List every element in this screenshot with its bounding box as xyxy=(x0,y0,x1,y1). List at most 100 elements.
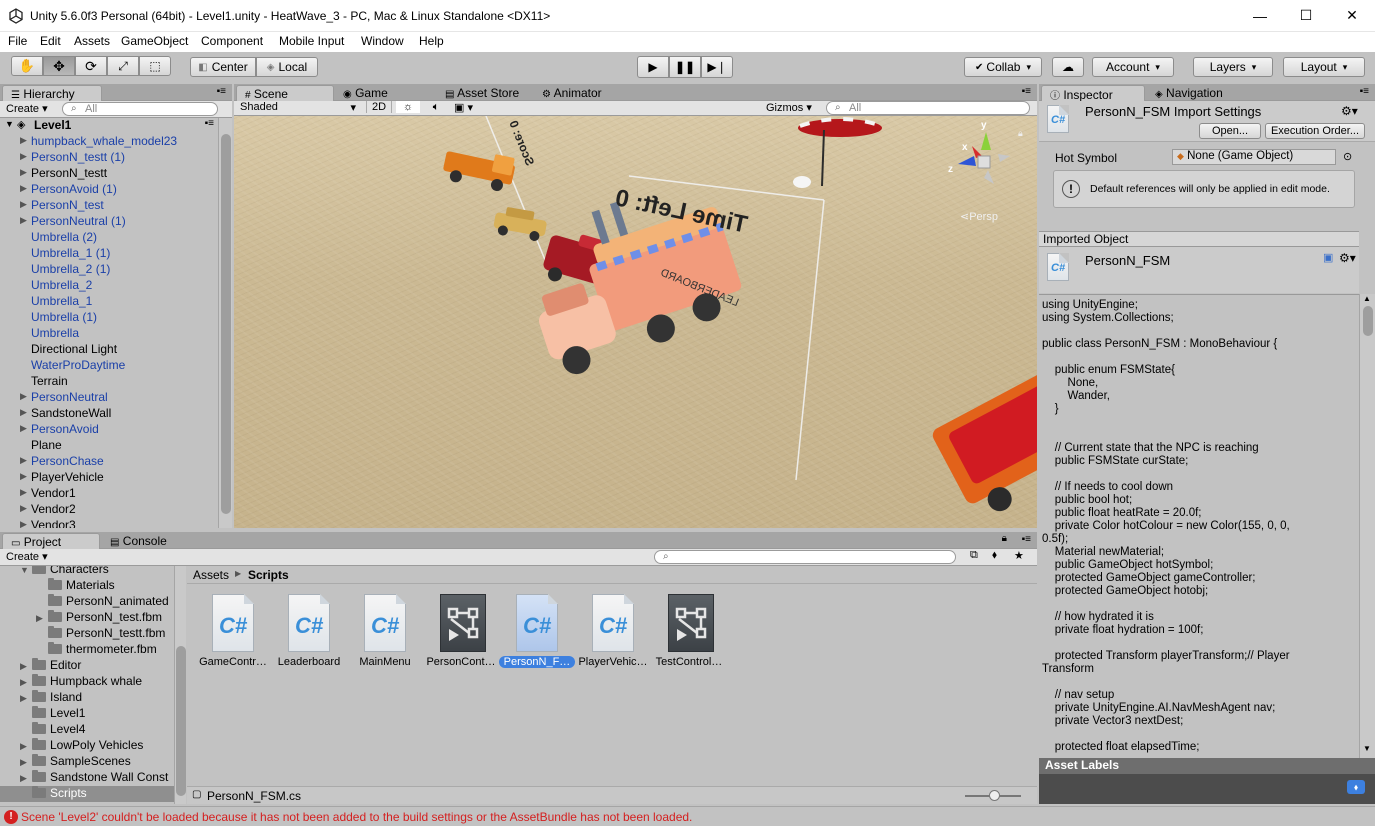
folder-tree-item[interactable]: ▶ Editor xyxy=(0,658,174,674)
expand-arrow-icon[interactable]: ▶ xyxy=(20,391,27,402)
projection-label[interactable]: ⋖Persp xyxy=(960,210,998,223)
folder-tree-item[interactable]: ▶ Sandstone Wall Const xyxy=(0,770,174,786)
folder-tree-item[interactable]: ▼ Characters xyxy=(0,566,174,578)
hierarchy-item[interactable]: Umbrella_1 xyxy=(0,294,218,310)
hierarchy-scroll-thumb[interactable] xyxy=(221,134,231,514)
execution-order-button[interactable]: Execution Order... xyxy=(1265,123,1365,139)
hierarchy-item[interactable]: ▶ PersonAvoid (1) xyxy=(0,182,218,198)
hierarchy-item[interactable]: ▶ PersonNeutral (1) xyxy=(0,214,218,230)
folder-tree-item[interactable]: PersonN_testt.fbm xyxy=(16,626,174,642)
layers-dropdown[interactable]: Layers xyxy=(1193,57,1273,77)
tab-hierarchy[interactable]: ☰ Hierarchy xyxy=(2,85,102,101)
maximize-button[interactable]: ☐ xyxy=(1283,0,1329,31)
expand-arrow-icon[interactable]: ▶ xyxy=(20,487,27,498)
settings-gear-icon[interactable]: ⚙▾ xyxy=(1341,104,1358,118)
step-button[interactable]: ▶❘ xyxy=(701,56,733,78)
hand-tool-button[interactable]: ✋ xyxy=(11,56,43,76)
close-button[interactable]: ✕ xyxy=(1329,0,1375,31)
status-bar[interactable]: ! Scene 'Level2' couldn't be loaded beca… xyxy=(0,806,1375,826)
expand-arrow-icon[interactable]: ▶ xyxy=(20,183,27,194)
scene-menu-icon[interactable]: ▪≡ xyxy=(205,118,214,129)
move-tool-button[interactable]: ✥ xyxy=(43,56,75,76)
hierarchy-item[interactable]: ▶ PersonN_testt xyxy=(0,166,218,182)
collab-dropdown[interactable]: ✔ Collab xyxy=(964,57,1042,77)
folder-tree-item[interactable]: ▶ Island xyxy=(0,690,174,706)
hierarchy-item[interactable]: Umbrella (1) xyxy=(0,310,218,326)
inspector-scrollbar[interactable]: ▲ ▼ xyxy=(1359,294,1375,758)
object-picker-icon[interactable]: ⊙ xyxy=(1343,150,1352,163)
expand-arrow-icon[interactable]: ▶ xyxy=(20,757,32,768)
expand-arrow-icon[interactable]: ▶ xyxy=(20,151,27,162)
scene-view[interactable]: Time Left: 0 Score: 0 LEADERBOARD y x z … xyxy=(234,116,1037,528)
gizmos-dropdown[interactable]: Gizmos ▾ xyxy=(766,101,812,114)
hierarchy-item[interactable]: ▶ PlayerVehicle xyxy=(0,470,218,486)
expand-arrow-icon[interactable]: ▶ xyxy=(20,693,32,704)
hierarchy-item[interactable]: Umbrella_2 (1) xyxy=(0,262,218,278)
scene-orientation-gizmo[interactable]: y x z xyxy=(948,120,1018,196)
expand-arrow-icon[interactable]: ▶ xyxy=(20,199,27,210)
expand-arrow-icon[interactable]: ▶ xyxy=(20,455,27,466)
expand-arrow-icon[interactable]: ▶ xyxy=(20,423,27,434)
hierarchy-item[interactable]: ▶ PersonAvoid xyxy=(0,422,218,438)
account-dropdown[interactable]: Account xyxy=(1092,57,1174,77)
folder-tree-item[interactable]: Level1 xyxy=(0,706,174,722)
hierarchy-item[interactable]: ▶ Vendor1 xyxy=(0,486,218,502)
menu-component[interactable]: Component xyxy=(201,34,263,48)
project-create-button[interactable]: Create ▾ xyxy=(6,550,48,563)
folder-tree-scrollbar[interactable] xyxy=(174,566,186,804)
hot-symbol-field[interactable]: ◆ None (Game Object) xyxy=(1172,149,1336,165)
scene-root-row[interactable]: ▼ ◈ Level1 ▪≡ xyxy=(0,118,218,134)
pause-button[interactable]: ❚❚ xyxy=(669,56,701,78)
tab-console[interactable]: ▤ Console xyxy=(102,533,198,549)
menu-edit[interactable]: Edit xyxy=(40,34,61,48)
folder-tree-item[interactable]: ▶ Humpback whale xyxy=(0,674,174,690)
asset-item[interactable]: PersonCont… xyxy=(423,594,499,668)
asset-item[interactable]: TestControl… xyxy=(651,594,727,668)
expand-arrow-icon[interactable]: ▶ xyxy=(20,407,27,418)
scroll-up-icon[interactable]: ▲ xyxy=(1363,294,1371,303)
expand-arrow-icon[interactable]: ▶ xyxy=(20,773,32,784)
panel-menu-icon[interactable]: ▪≡ xyxy=(217,86,226,97)
expand-arrow-icon[interactable]: ▶ xyxy=(20,661,32,672)
expand-arrow-icon[interactable]: ▶ xyxy=(20,741,32,752)
asset-item[interactable]: C# Leaderboard xyxy=(271,594,347,668)
inspector-scroll-thumb[interactable] xyxy=(1363,306,1373,336)
tab-game[interactable]: ◉ Game xyxy=(335,85,431,101)
expand-arrow-icon[interactable]: ▶ xyxy=(20,503,27,514)
hierarchy-item[interactable]: Plane xyxy=(0,438,218,454)
tab-project[interactable]: ▭ Project xyxy=(2,533,100,549)
asset-item[interactable]: C# PersonN_F… xyxy=(499,594,575,668)
help-book-icon[interactable]: ▣ xyxy=(1323,251,1333,264)
menu-gameobject[interactable]: GameObject xyxy=(121,34,188,48)
hierarchy-item[interactable]: ▶ PersonN_testt (1) xyxy=(0,150,218,166)
hierarchy-item[interactable]: ▶ PersonN_test xyxy=(0,198,218,214)
tab-animator[interactable]: ⚙ Animator xyxy=(534,85,630,101)
expand-arrow-icon[interactable]: ▶ xyxy=(20,167,27,178)
tab-navigation[interactable]: ◈ Navigation xyxy=(1147,85,1255,101)
expand-arrow-icon[interactable]: ▶ xyxy=(20,215,27,226)
hierarchy-item[interactable]: ▶ Vendor2 xyxy=(0,502,218,518)
hierarchy-item[interactable]: Umbrella xyxy=(0,326,218,342)
scene-effects-dropdown[interactable]: ▣ ▾ xyxy=(454,101,488,114)
hierarchy-item[interactable]: Umbrella_2 xyxy=(0,278,218,294)
folder-tree-item[interactable]: ▶ SampleScenes xyxy=(0,754,174,770)
scene-panel-menu-icon[interactable]: ▪≡ xyxy=(1022,86,1031,97)
hierarchy-create-button[interactable]: Create ▾ xyxy=(6,102,48,115)
folder-tree-item[interactable]: ▶ PersonN_test.fbm xyxy=(16,610,174,626)
icon-size-slider[interactable] xyxy=(965,790,1021,801)
tab-scene[interactable]: # Scene xyxy=(236,85,334,101)
hierarchy-item[interactable]: Umbrella (2) xyxy=(0,230,218,246)
scroll-down-icon[interactable]: ▼ xyxy=(1363,744,1371,753)
scene-search-input[interactable]: All xyxy=(826,101,1030,115)
scale-tool-button[interactable]: ⤢ xyxy=(107,56,139,76)
inspector-menu-icon[interactable]: ▪≡ xyxy=(1360,86,1369,97)
hierarchy-item[interactable]: ▶ PersonChase xyxy=(0,454,218,470)
open-button[interactable]: Open... xyxy=(1199,123,1261,139)
expand-arrow-icon[interactable]: ▶ xyxy=(20,677,32,688)
scene-lighting-toggle[interactable]: ☼ xyxy=(396,101,420,113)
hierarchy-item[interactable]: ▶ humpback_whale_model23 xyxy=(0,134,218,150)
hierarchy-item[interactable]: ▶ Vendor3 xyxy=(0,518,218,528)
asset-item[interactable]: C# GameContr… xyxy=(195,594,271,668)
menu-help[interactable]: Help xyxy=(419,34,444,48)
folder-tree-item[interactable]: ▶ LowPoly Vehicles xyxy=(0,738,174,754)
